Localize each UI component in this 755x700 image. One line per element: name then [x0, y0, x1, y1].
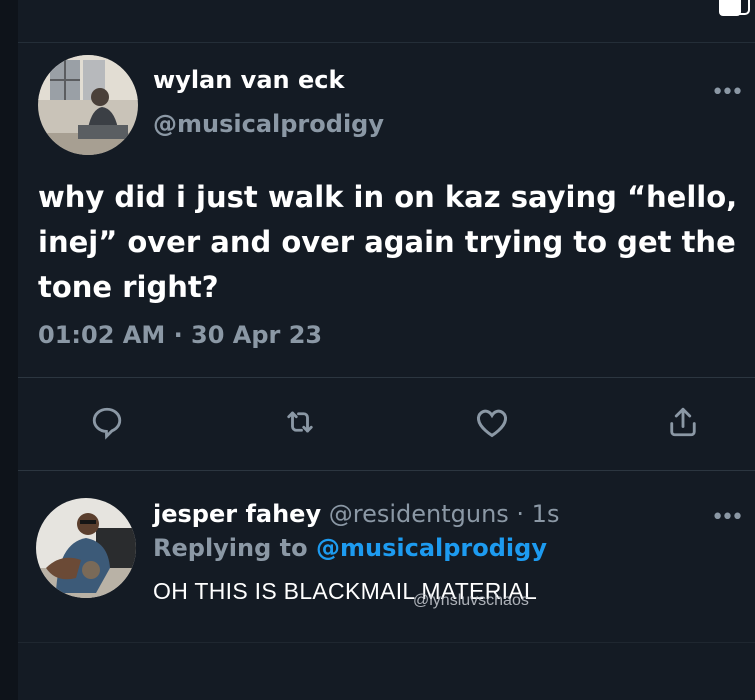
more-options-icon[interactable]: ••• [711, 80, 744, 105]
replying-mention-link[interactable]: @musicalprodigy [316, 534, 547, 562]
tweet-thread: wylan van eck @musicalprodigy ••• why di… [18, 0, 755, 700]
divider [18, 377, 755, 378]
author-name[interactable]: wylan van eck [153, 66, 344, 94]
left-edge-strip [0, 0, 18, 700]
replying-label: Replying to [153, 534, 308, 562]
divider [18, 642, 755, 643]
tweet-timestamp[interactable]: 01:02 AM · 30 Apr 23 [38, 321, 322, 349]
author-handle[interactable]: @musicalprodigy [153, 110, 384, 138]
tweet-text: why did i just walk in on kaz saying “he… [38, 180, 738, 304]
reply-more-options-icon[interactable]: ••• [711, 505, 744, 530]
copy-icon[interactable] [715, 0, 755, 16]
reply-icon[interactable] [85, 400, 129, 444]
retweet-icon[interactable] [278, 400, 322, 444]
share-icon[interactable] [661, 400, 705, 444]
jesper-avatar[interactable] [36, 498, 136, 598]
top-divider [18, 42, 755, 43]
reply-author-name[interactable]: jesper fahey [153, 500, 321, 528]
watermark: @lynsluvschaos [413, 592, 529, 609]
like-icon[interactable] [470, 400, 514, 444]
divider [18, 470, 755, 471]
replying-to: Replying to @musicalprodigy [153, 534, 547, 562]
reply-header: jesper fahey @residentguns · 1s [153, 500, 559, 528]
wylan-avatar[interactable] [38, 55, 138, 155]
tweet-actions [18, 400, 755, 450]
reply-author-handle[interactable]: @residentguns · 1s [329, 500, 560, 528]
